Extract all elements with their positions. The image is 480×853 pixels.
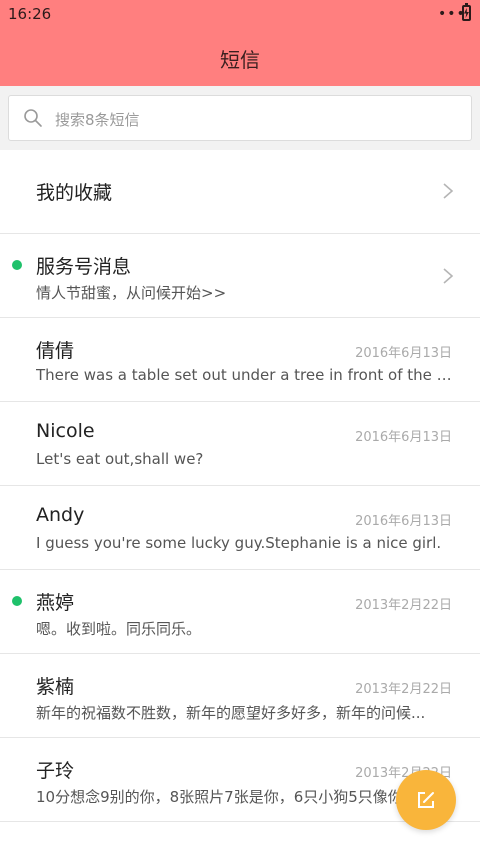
compose-icon <box>418 792 434 808</box>
search-icon <box>24 109 42 127</box>
message-preview: Let's eat out,shall we? <box>36 450 204 468</box>
contact-name: Nicole <box>36 420 95 442</box>
search-input[interactable]: 搜索8条短信 <box>8 95 472 141</box>
contact-name: 紫楠 <box>36 676 75 698</box>
message-preview: I guess you're some lucky guy.Stephanie … <box>36 534 442 552</box>
conversation-row[interactable]: Andy 2016年6月13日 I guess you're some luck… <box>0 486 480 570</box>
message-preview: There was a table set out under a tree i… <box>36 366 454 384</box>
search-placeholder: 搜索8条短信 <box>55 111 140 129</box>
chevron-right-icon <box>443 183 454 199</box>
contact-name: 燕婷 <box>36 592 75 614</box>
message-date: 2013年2月22日 <box>355 682 452 697</box>
conversation-row[interactable]: 燕婷 2013年2月22日 嗯。收到啦。同乐同乐。 <box>0 570 480 654</box>
message-date: 2016年6月13日 <box>355 430 452 445</box>
contact-name: 子玲 <box>36 760 75 782</box>
service-messages-row[interactable]: 服务号消息 情人节甜蜜，从问候开始>> <box>0 234 480 318</box>
message-date: 2013年2月22日 <box>355 598 452 613</box>
message-date: 2016年6月13日 <box>355 346 452 361</box>
unread-dot <box>12 596 22 606</box>
page-title: 短信 <box>220 48 260 72</box>
message-preview: 新年的祝福数不胜数，新年的愿望好多好多，新年的问候... <box>36 704 426 722</box>
conversation-row[interactable]: 紫楠 2013年2月22日 新年的祝福数不胜数，新年的愿望好多好多，新年的问候.… <box>0 654 480 738</box>
service-preview: 情人节甜蜜，从问候开始>> <box>36 284 227 302</box>
unread-dot <box>12 260 22 270</box>
chevron-right-icon <box>443 268 454 284</box>
conversation-row[interactable]: Nicole 2016年6月13日 Let's eat out,shall we… <box>0 402 480 486</box>
contact-name: 倩倩 <box>36 340 75 362</box>
header-bar: 16:26 ••• 短信 <box>0 0 480 86</box>
message-date: 2016年6月13日 <box>355 514 452 529</box>
favorites-label: 我的收藏 <box>36 182 113 204</box>
search-area: 搜索8条短信 <box>0 86 480 150</box>
battery-icon <box>462 3 471 21</box>
contact-name: Andy <box>36 504 85 526</box>
message-preview: 10分想念9别的你，8张照片7张是你，6只小狗5只像你 <box>36 788 403 806</box>
service-title: 服务号消息 <box>36 256 132 278</box>
message-preview: 嗯。收到啦。同乐同乐。 <box>36 620 202 638</box>
conversation-list: 我的收藏 服务号消息 情人节甜蜜，从问候开始>> 倩倩 2016年6月13日 T… <box>0 150 480 822</box>
status-time: 16:26 <box>8 5 52 23</box>
compose-button[interactable] <box>396 770 456 830</box>
favorites-row[interactable]: 我的收藏 <box>0 150 480 234</box>
conversation-row[interactable]: 倩倩 2016年6月13日 There was a table set out … <box>0 318 480 402</box>
